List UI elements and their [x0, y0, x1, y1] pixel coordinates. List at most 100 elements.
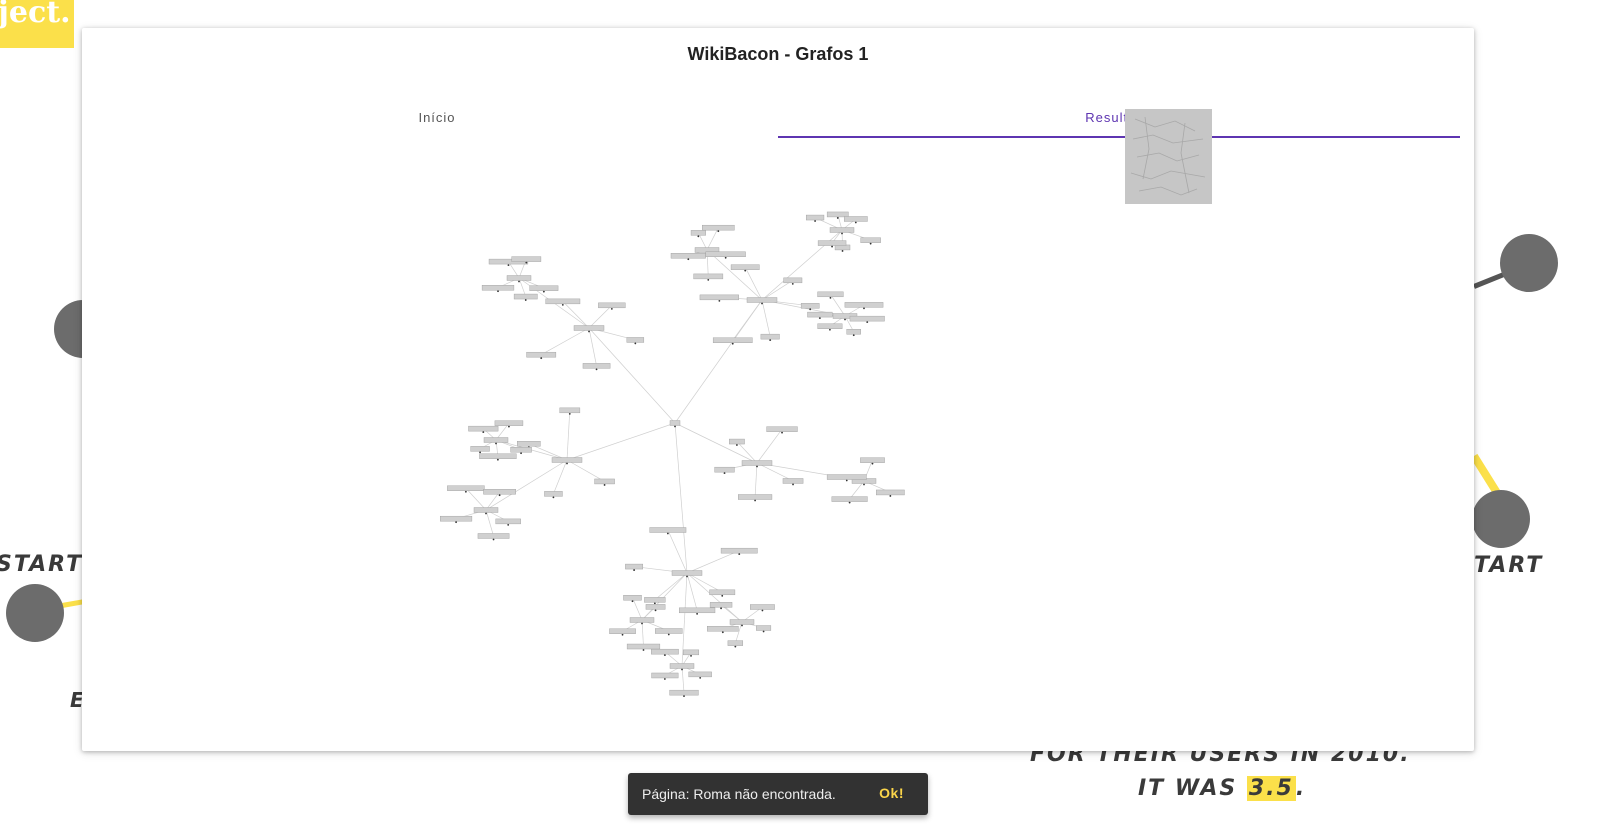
graph-node-dot	[791, 282, 794, 285]
graph-node	[559, 407, 581, 414]
graph-node-dot	[654, 609, 657, 612]
graph-node-dot	[718, 299, 721, 302]
graph-node-dot	[889, 495, 892, 497]
graph-node-dot	[588, 330, 590, 333]
graph-node	[844, 302, 884, 308]
bg-caption-suffix: .	[1295, 776, 1307, 801]
graph-node-dot	[723, 472, 726, 475]
tab-inicio[interactable]: Início	[96, 98, 778, 138]
graph-node	[679, 607, 716, 614]
graph-node-dot	[829, 328, 831, 331]
graph-node	[714, 466, 735, 473]
graph-node-dot	[552, 496, 555, 499]
graph-node-dot	[756, 465, 758, 468]
graph-node-dot	[852, 334, 855, 337]
graph-node	[510, 447, 532, 453]
graph-node-dot	[761, 302, 763, 305]
graph-node-dot	[683, 695, 685, 698]
graph-node	[843, 216, 868, 222]
graph-node-dot	[841, 232, 843, 235]
graph-node-dot	[792, 483, 794, 486]
graph-node-dot	[831, 245, 833, 248]
graph-node-dot	[724, 256, 727, 259]
graph-node-dot	[566, 462, 568, 465]
graph-node	[626, 337, 645, 343]
graph-node-dot	[485, 512, 487, 515]
graph-node-dot	[663, 654, 666, 657]
graph-edge	[686, 550, 740, 574]
graph-node-dot	[497, 290, 499, 293]
graph-node-dot	[863, 307, 865, 310]
graph-node-dot	[720, 607, 722, 610]
graph-node	[651, 672, 679, 679]
graph-node-dot	[863, 483, 865, 486]
graph-node	[644, 597, 666, 603]
graph-node-dot	[721, 631, 724, 634]
graph-node	[479, 453, 517, 459]
graph-node-dot	[844, 318, 846, 321]
graph-node-dot	[653, 602, 656, 605]
decorative-node-right-mid	[1472, 490, 1530, 548]
graph-node	[699, 294, 739, 301]
graph-node	[849, 315, 885, 322]
graph-edge	[541, 327, 590, 355]
graph-node	[517, 441, 541, 447]
graph-node	[609, 628, 636, 634]
graph-node-dot	[621, 633, 624, 636]
graph-node-dot	[818, 317, 821, 320]
graph-edge	[744, 267, 763, 301]
graph-node	[709, 589, 736, 596]
graph-node	[829, 227, 855, 233]
graph-edge	[566, 422, 676, 461]
thumbnail-texture	[1125, 109, 1212, 204]
graph-node-dot	[829, 296, 832, 299]
graph-node	[782, 478, 804, 484]
graph-node	[729, 619, 755, 625]
graph-edge	[632, 597, 643, 621]
graph-edge	[754, 462, 758, 498]
error-snackbar: Página: Roma não encontrada. Ok!	[628, 773, 928, 815]
graph-edge	[756, 428, 783, 464]
graph-node	[817, 240, 847, 246]
graph-node-dot	[836, 217, 839, 219]
graph-node	[669, 420, 681, 426]
graph-node-dot	[814, 220, 816, 222]
graph-node	[690, 230, 706, 236]
graph-node-dot	[520, 452, 522, 455]
graph-node	[807, 311, 833, 318]
graph-node	[805, 214, 825, 221]
graph-node-dot	[738, 553, 741, 556]
graph-node-dot	[603, 484, 606, 486]
graph-node	[756, 625, 772, 631]
graph-node	[481, 285, 515, 291]
graph-edge	[735, 621, 743, 644]
graph-node	[582, 363, 611, 369]
graph-node	[669, 689, 699, 696]
graph-edge	[562, 301, 590, 329]
graph-node-dot	[568, 412, 571, 415]
graph-node	[655, 628, 683, 634]
graph-node-dot	[731, 342, 734, 345]
tab-resultado[interactable]: Resultado	[778, 98, 1460, 138]
graph-node	[709, 602, 733, 608]
graph-node	[688, 671, 712, 678]
graph-node-dot	[681, 668, 683, 671]
graph-edge	[553, 459, 568, 494]
graph-node	[473, 507, 499, 513]
graph-node-dot	[769, 339, 772, 342]
graph-node	[705, 251, 746, 258]
snackbar-ok-button[interactable]: Ok!	[879, 785, 904, 801]
graph-node-dot	[762, 630, 765, 633]
graph-node	[760, 333, 780, 340]
graph-node	[625, 563, 644, 570]
graph-node	[741, 460, 773, 466]
graph-node-dot	[508, 425, 510, 428]
graph-node	[693, 273, 724, 280]
graph-node	[598, 302, 626, 309]
graph-node	[470, 446, 490, 452]
graph-node	[720, 547, 758, 554]
graph-node-dot	[663, 678, 666, 680]
graph-edge	[686, 572, 698, 611]
graph-node-dot	[717, 230, 720, 233]
graph-node-dot	[854, 221, 857, 224]
